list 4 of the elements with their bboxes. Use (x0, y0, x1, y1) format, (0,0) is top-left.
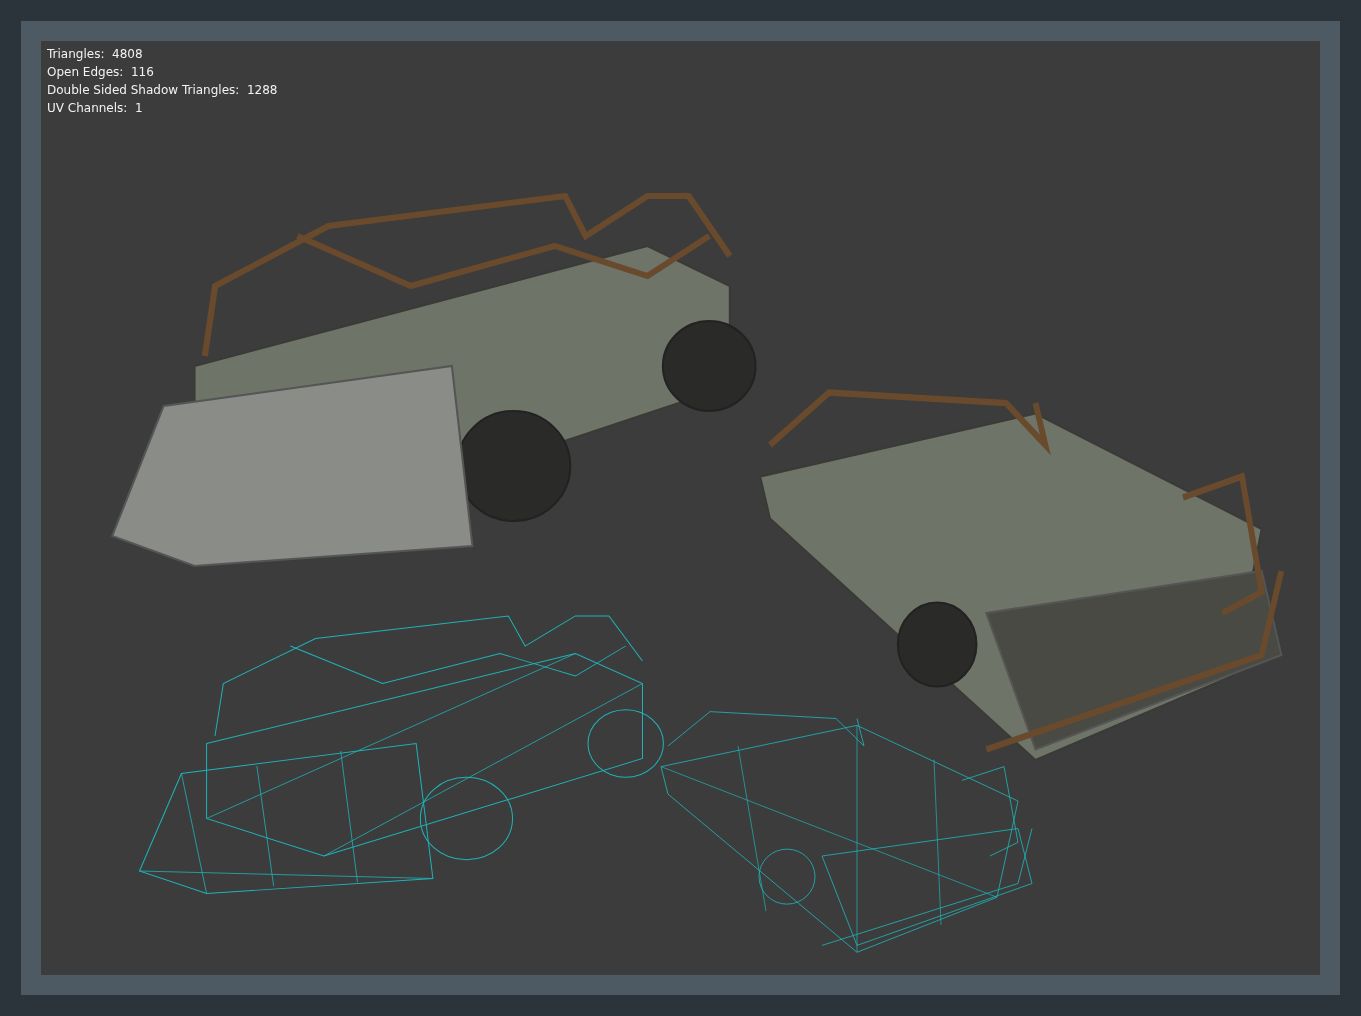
statistics-line: Triangles: 4808 (47, 46, 144, 63)
statistics-line: UV Channels: 1 (47, 100, 144, 117)
statistics-line: Open Edges: 116 (47, 64, 155, 81)
statistics-line: Double Sided Shadow Triangles: 1288 (47, 82, 278, 99)
